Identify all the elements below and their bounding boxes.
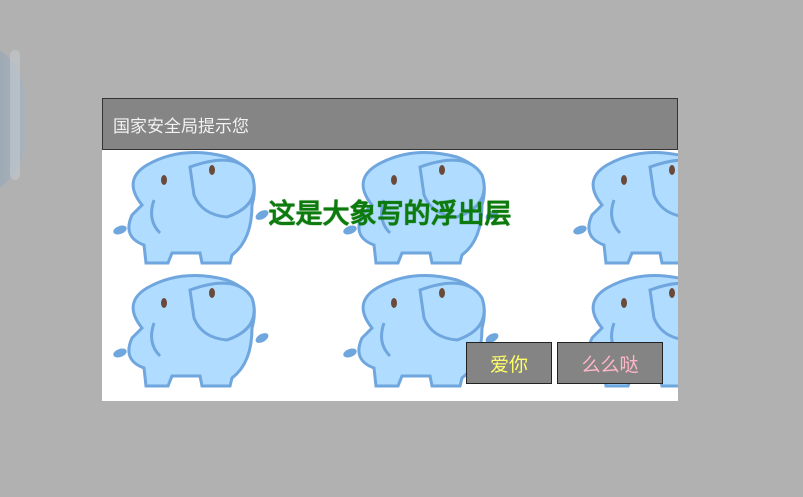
popup-dialog: 国家安全局提示您 这是大象写的浮出层 爱你 么么哒 xyxy=(102,98,678,401)
love-button[interactable]: 爱你 xyxy=(466,342,552,384)
dialog-title: 国家安全局提示您 xyxy=(113,116,249,137)
kiss-button[interactable]: 么么哒 xyxy=(557,342,663,384)
background-decoration xyxy=(0,40,26,198)
dialog-title-bar[interactable]: 国家安全局提示您 xyxy=(102,98,678,150)
dialog-message: 这是大象写的浮出层 xyxy=(268,199,512,230)
